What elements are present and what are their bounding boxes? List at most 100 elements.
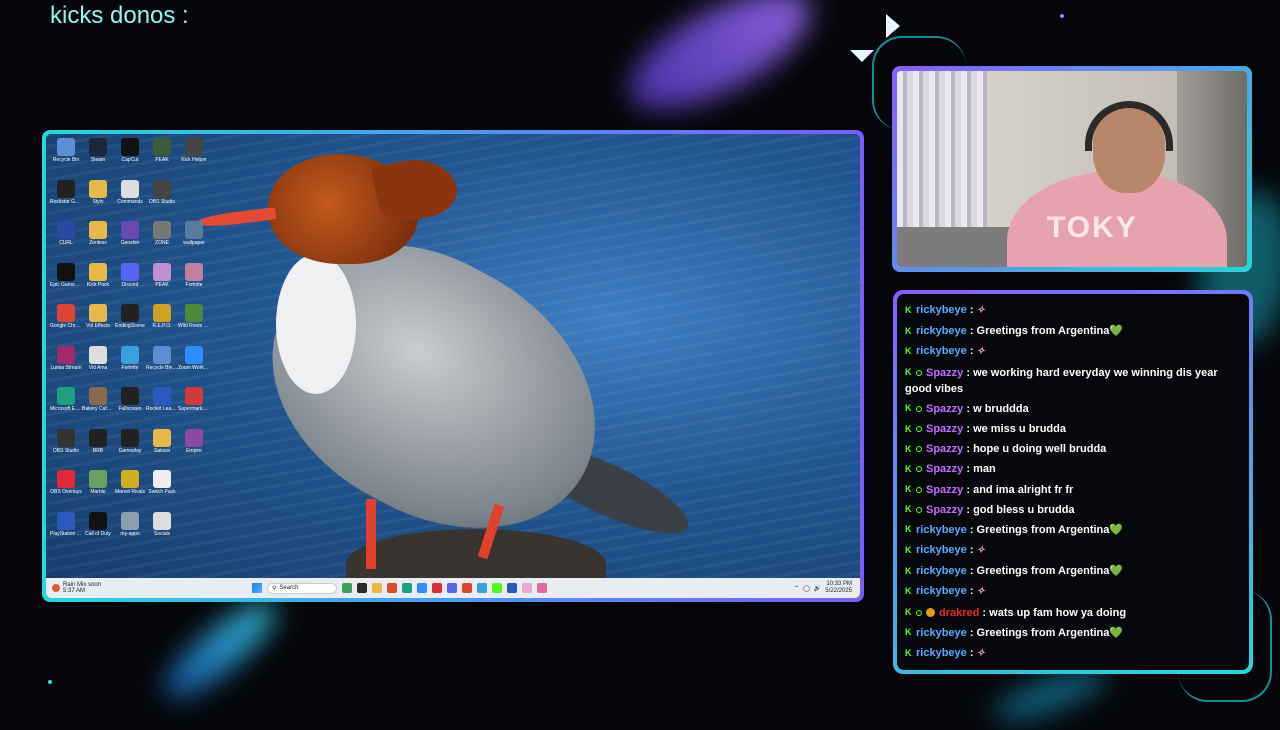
chat-username[interactable]: Spazzy bbox=[926, 367, 963, 379]
desktop-icon[interactable]: Microsoft Edge bbox=[50, 387, 82, 429]
desktop-icon[interactable]: BRB bbox=[82, 428, 114, 471]
chat-username[interactable]: rickybeye bbox=[916, 647, 967, 659]
desktop-icon bbox=[178, 180, 210, 222]
taskbar-app-icon[interactable] bbox=[387, 583, 397, 593]
desktop-icon-label: Sakura bbox=[154, 447, 170, 454]
desktop-icon[interactable]: PEAK bbox=[146, 138, 178, 180]
taskbar-app-icon[interactable] bbox=[492, 583, 502, 593]
chat-username[interactable]: Spazzy bbox=[926, 423, 963, 435]
desktop-icon[interactable]: OBS Studio bbox=[50, 428, 82, 471]
chat-frame: Krickybeye : ✧ Krickybeye : Greetings fro… bbox=[893, 290, 1253, 674]
desktop-icon[interactable]: Rocket League bbox=[146, 387, 178, 429]
chat-username[interactable]: Spazzy bbox=[926, 463, 963, 475]
game-icon bbox=[185, 387, 203, 405]
windows-start-icon[interactable] bbox=[252, 583, 262, 593]
desktop-icon[interactable]: Vid Effects bbox=[82, 304, 114, 346]
desktop-icon[interactable]: OBS Studio bbox=[146, 179, 178, 222]
desktop-icon[interactable]: Zenless bbox=[82, 221, 114, 263]
taskbar-app-icon[interactable] bbox=[372, 583, 382, 593]
desktop-icon[interactable]: OBS Overlays bbox=[50, 470, 82, 512]
steam-icon bbox=[89, 138, 107, 156]
desktop-icon[interactable]: Fullscreen bbox=[114, 387, 146, 429]
chat-text: Greetings from Argentina bbox=[976, 523, 1110, 536]
taskbar-clock[interactable]: 10:33 PM 5/22/2025 bbox=[825, 581, 852, 595]
desktop-icon[interactable]: PlayStation Accessories bbox=[50, 511, 82, 554]
desktop-icon-label: Fortnite bbox=[121, 364, 139, 371]
lumia-icon bbox=[57, 345, 75, 364]
desktop-icon[interactable]: Google Chrome bbox=[50, 304, 82, 346]
desktop-icon[interactable]: my-apps bbox=[114, 511, 146, 554]
desktop-icon[interactable]: Genshin bbox=[114, 221, 146, 263]
desktop-icon[interactable]: Vid Ama bbox=[82, 345, 114, 388]
chat-username[interactable]: Spazzy bbox=[926, 484, 963, 496]
desktop-icon[interactable]: EndingScene bbox=[114, 304, 146, 346]
chat-username[interactable]: rickybeye bbox=[916, 565, 967, 577]
chat-username[interactable]: rickybeye bbox=[916, 585, 967, 597]
desktop-icon[interactable]: Steam bbox=[82, 138, 114, 180]
chat-text: hope u doing well brudda bbox=[973, 443, 1107, 456]
desktop-icon[interactable]: CURL bbox=[50, 221, 82, 263]
chat-username[interactable]: Spazzy bbox=[926, 403, 963, 415]
taskbar-app-icon[interactable] bbox=[432, 583, 442, 593]
desktop-icon[interactable]: Epic Games Launcher bbox=[50, 262, 82, 305]
kick-badge-icon: K bbox=[905, 524, 912, 535]
desktop-icon[interactable]: PEAK bbox=[146, 262, 178, 305]
desktop-icon[interactable]: CapCut bbox=[114, 138, 146, 180]
desktop-icon[interactable]: Switch Pack bbox=[146, 470, 178, 512]
desktop-icon[interactable]: R.E.P.O. bbox=[146, 304, 178, 346]
desktop-icon-label: my-apps bbox=[120, 530, 140, 537]
taskbar-app-icon[interactable] bbox=[462, 583, 472, 593]
desktop-icon[interactable]: Call of Duty bbox=[82, 511, 114, 554]
chat-username[interactable]: rickybeye bbox=[916, 524, 967, 536]
chat-username[interactable]: rickybeye bbox=[916, 544, 967, 556]
chat-username[interactable]: Spazzy bbox=[926, 504, 963, 516]
weather-widget[interactable]: Rain Mix soon 5:37 AM bbox=[52, 582, 252, 594]
desktop-icon[interactable]: Recycle Bin Shortcut bbox=[146, 345, 178, 388]
desktop-icon[interactable]: Socials bbox=[146, 511, 178, 554]
desktop-icon[interactable]: wallpaper bbox=[178, 221, 210, 263]
taskbar-app-icon[interactable] bbox=[537, 583, 547, 593]
taskbar-search[interactable]: ⚲ Search bbox=[267, 582, 337, 594]
desktop-icon[interactable]: Empire bbox=[178, 428, 210, 471]
desktop-icon[interactable]: Gameplay bbox=[114, 428, 146, 471]
chat-username[interactable]: rickybeye bbox=[916, 345, 967, 357]
taskbar-app-icon[interactable] bbox=[447, 583, 457, 593]
network-icon[interactable]: ◯ bbox=[803, 585, 810, 592]
taskbar-app-icon[interactable] bbox=[417, 583, 427, 593]
desktop-icon[interactable]: Marble bbox=[82, 470, 114, 512]
desktop-icon[interactable]: Commands bbox=[114, 179, 146, 222]
chat-username[interactable]: rickybeye bbox=[916, 325, 967, 337]
file-icon bbox=[121, 345, 139, 364]
desktop-icon[interactable]: Rockstar Games Launcher bbox=[50, 179, 82, 222]
chat-username[interactable]: Spazzy bbox=[926, 443, 963, 455]
taskbar-app-icon[interactable] bbox=[522, 583, 532, 593]
desktop-icon[interactable]: Kick Pack bbox=[82, 262, 114, 305]
chat-username[interactable]: rickybeye bbox=[916, 627, 967, 639]
chat-username[interactable]: rickybeye bbox=[916, 304, 967, 316]
desktop-icon[interactable]: Kick Helper bbox=[178, 138, 210, 180]
chat-message: Krickybeye : Greetings from Argentina💚 bbox=[905, 563, 1241, 579]
volume-icon[interactable]: 🔊 bbox=[814, 585, 821, 592]
tray-chevron-icon[interactable]: ⌃ bbox=[794, 585, 799, 592]
desktop-icon[interactable]: ZONE bbox=[146, 221, 178, 263]
taskbar-app-icon[interactable] bbox=[342, 583, 352, 593]
desktop-icon[interactable]: Stylo bbox=[82, 179, 114, 222]
desktop-icon[interactable]: Wild Roots Chef's bbox=[178, 304, 210, 346]
taskbar-app-icon[interactable] bbox=[507, 583, 517, 593]
subscriber-badge-icon bbox=[916, 369, 922, 376]
taskbar-app-icon[interactable] bbox=[477, 583, 487, 593]
taskbar-app-icon[interactable] bbox=[357, 583, 367, 593]
desktop-icon[interactable]: Sakura bbox=[146, 428, 178, 471]
desktop-icon[interactable]: Discord bbox=[114, 262, 146, 305]
desktop-icon[interactable]: Marvel Rivals bbox=[114, 470, 146, 512]
desktop-icon[interactable]: Supermarket Together bbox=[178, 387, 210, 429]
taskbar-app-icon[interactable] bbox=[402, 583, 412, 593]
desktop-icon[interactable]: Recycle Bin bbox=[50, 138, 82, 180]
desktop-icon[interactable]: Fortnite bbox=[178, 262, 210, 305]
desktop-icon-label: Call of Duty bbox=[85, 530, 111, 537]
desktop-icon[interactable]: Lumia Stream bbox=[50, 345, 82, 388]
desktop-icon[interactable]: Fortnite bbox=[114, 345, 146, 388]
desktop-icon[interactable]: Zoom Workplace bbox=[178, 345, 210, 388]
chat-username[interactable]: drakred bbox=[939, 607, 979, 619]
desktop-icon[interactable]: Bakery Cafe Simulator bbox=[82, 387, 114, 429]
